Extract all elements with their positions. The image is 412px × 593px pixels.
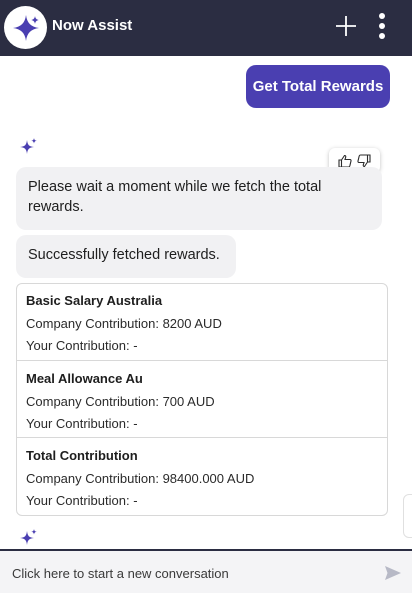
divider <box>17 360 387 361</box>
plus-icon[interactable] <box>334 14 358 38</box>
new-conversation-input[interactable]: Click here to start a new conversation <box>12 566 229 581</box>
bot-message: Successfully fetched rewards. <box>16 235 236 278</box>
reward-name: Basic Salary Australia <box>26 293 163 308</box>
bot-sparkle-icon <box>18 137 38 157</box>
company-contribution: Company Contribution: 700 AUD <box>26 394 215 409</box>
bot-message: Please wait a moment while we fetch the … <box>16 167 382 230</box>
app-header: Now Assist <box>0 0 412 56</box>
reward-item: Total Contribution Company Contribution:… <box>17 448 387 508</box>
side-panel-handle[interactable] <box>403 494 412 538</box>
sparkle-icon <box>4 6 47 49</box>
bot-sparkle-icon <box>18 528 38 548</box>
thumbs-down-icon[interactable] <box>357 153 371 168</box>
app-title: Now Assist <box>52 17 133 34</box>
rewards-card: Basic Salary Australia Company Contribut… <box>16 283 388 516</box>
send-icon[interactable] <box>384 564 402 582</box>
reward-item: Basic Salary Australia Company Contribut… <box>17 293 387 353</box>
kebab-menu-icon[interactable] <box>370 12 394 42</box>
reward-name: Total Contribution <box>26 448 138 463</box>
your-contribution: Your Contribution: - <box>26 493 138 508</box>
reward-item: Meal Allowance Au Company Contribution: … <box>17 371 387 431</box>
thumbs-up-icon[interactable] <box>338 154 352 168</box>
composer-bar: Click here to start a new conversation <box>0 549 412 593</box>
reward-name: Meal Allowance Au <box>26 371 143 386</box>
company-contribution: Company Contribution: 8200 AUD <box>26 316 222 331</box>
divider <box>17 437 387 438</box>
your-contribution: Your Contribution: - <box>26 416 138 431</box>
your-contribution: Your Contribution: - <box>26 338 138 353</box>
user-message: Get Total Rewards <box>246 65 390 108</box>
company-contribution: Company Contribution: 98400.000 AUD <box>26 471 255 486</box>
